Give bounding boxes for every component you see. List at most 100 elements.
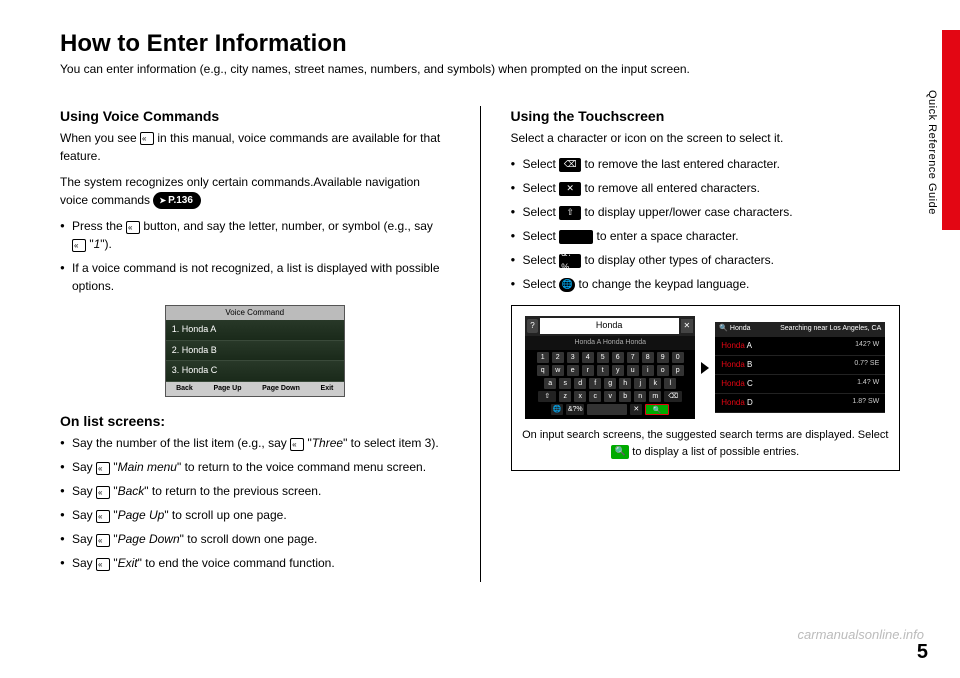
key: q [537, 365, 549, 376]
key: h [619, 378, 631, 389]
key: 2 [552, 352, 564, 363]
vc-title: Voice Command [166, 306, 344, 320]
key: r [582, 365, 594, 376]
key: 4 [582, 352, 594, 363]
vc-footer: Back Page Up Page Down Exit [166, 382, 344, 397]
key [587, 404, 627, 415]
backspace-icon: ⌫ [559, 158, 581, 172]
voice-icon [72, 239, 86, 252]
key: k [649, 378, 661, 389]
page-reference: P.136 [153, 192, 201, 209]
touch-bullet-5: Select &?% to display other types of cha… [511, 251, 901, 269]
keyboard-screenshot: ? Honda ✕ Honda A Honda Honda 1234567890… [525, 316, 695, 419]
results-screenshot: 🔍 Honda Searching near Los Angeles, CA H… [715, 322, 885, 413]
key: e [567, 365, 579, 376]
voice-icon [96, 462, 110, 475]
key: j [634, 378, 646, 389]
column-divider [480, 106, 481, 582]
page-title: How to Enter Information [60, 30, 900, 58]
key: y [612, 365, 624, 376]
key: ⇧ [538, 391, 556, 402]
voice-icon [96, 534, 110, 547]
space-icon [559, 230, 593, 244]
clear-all-icon: ✕ [559, 182, 581, 196]
voice-icon [96, 486, 110, 499]
list-bullet-5: Say "Page Down" to scroll down one page. [60, 530, 450, 548]
key: b [619, 391, 631, 402]
key: 3 [567, 352, 579, 363]
side-label: Quick Reference Guide [926, 90, 938, 215]
list-bullet-3: Say "Back" to return to the previous scr… [60, 482, 450, 500]
voice-bullet-1: Press the button, and say the letter, nu… [60, 217, 450, 253]
key: o [657, 365, 669, 376]
results-query: 🔍 Honda [719, 324, 750, 335]
help-icon: ? [527, 319, 537, 333]
key: 9 [657, 352, 669, 363]
key: d [574, 378, 586, 389]
key: 5 [597, 352, 609, 363]
key: ✕ [630, 404, 642, 415]
key: 0 [672, 352, 684, 363]
shift-icon: ⇧ [559, 206, 581, 220]
page-number: 5 [917, 641, 928, 664]
key: l [664, 378, 676, 389]
key: 6 [612, 352, 624, 363]
key: w [552, 365, 564, 376]
list-bullet-6: Say "Exit" to end the voice command func… [60, 554, 450, 572]
search-field: Honda [540, 318, 679, 334]
key: m [649, 391, 661, 402]
result-row: Honda A142? W [715, 337, 885, 356]
key: 7 [627, 352, 639, 363]
watermark: carmanualsonline.info [798, 627, 924, 642]
key: i [642, 365, 654, 376]
clear-icon: ✕ [681, 319, 694, 333]
key: u [627, 365, 639, 376]
key: p [672, 365, 684, 376]
touch-paragraph: Select a character or icon on the screen… [511, 129, 901, 147]
heading-voice-commands: Using Voice Commands [60, 106, 450, 127]
touch-bullet-1: Select ⌫ to remove the last entered char… [511, 155, 901, 173]
vc-row: 2. Honda B [166, 341, 344, 362]
vc-row: 1. Honda A [166, 320, 344, 341]
result-row: Honda B0.7? SE [715, 356, 885, 375]
search-icon: 🔍 [611, 445, 629, 459]
key: &?% [566, 404, 584, 415]
list-bullet-2: Say "Main menu" to return to the voice c… [60, 458, 450, 476]
key: x [574, 391, 586, 402]
key: a [544, 378, 556, 389]
voice-icon [290, 438, 304, 451]
key: c [589, 391, 601, 402]
voice-icon [96, 510, 110, 523]
suggestions-row: Honda A Honda Honda [525, 336, 695, 351]
touch-bullet-6: Select 🌐 to change the keypad language. [511, 275, 901, 293]
touchscreen-example-box: ? Honda ✕ Honda A Honda Honda 1234567890… [511, 305, 901, 471]
vc-row: 3. Honda C [166, 361, 344, 382]
result-row: Honda C1.4? W [715, 375, 885, 394]
touch-bullet-2: Select ✕ to remove all entered character… [511, 179, 901, 197]
voice-icon [140, 132, 154, 145]
voice-paragraph-2: The system recognizes only certain comma… [60, 173, 450, 209]
voice-command-screenshot: Voice Command 1. Honda A 2. Honda B 3. H… [165, 305, 345, 397]
key: n [634, 391, 646, 402]
touch-bullet-4: Select to enter a space character. [511, 227, 901, 245]
list-bullet-1: Say the number of the list item (e.g., s… [60, 434, 450, 452]
voice-icon [96, 558, 110, 571]
touchscreen-caption: On input search screens, the suggested s… [522, 427, 890, 460]
symbols-icon: &?% [559, 254, 581, 268]
key: 8 [642, 352, 654, 363]
result-row: Honda D1.8? SW [715, 394, 885, 413]
voice-icon [126, 221, 140, 234]
left-column: Using Voice Commands When you see in thi… [60, 106, 450, 582]
key: 1 [537, 352, 549, 363]
key: v [604, 391, 616, 402]
key: z [559, 391, 571, 402]
key: 🔍 [645, 404, 669, 415]
key: t [597, 365, 609, 376]
key: 🌐 [551, 404, 563, 415]
voice-paragraph-1: When you see in this manual, voice comma… [60, 129, 450, 165]
globe-icon: 🌐 [559, 278, 575, 292]
right-column: Using the Touchscreen Select a character… [511, 106, 901, 582]
results-location: Searching near Los Angeles, CA [780, 324, 881, 335]
key: g [604, 378, 616, 389]
key: s [559, 378, 571, 389]
